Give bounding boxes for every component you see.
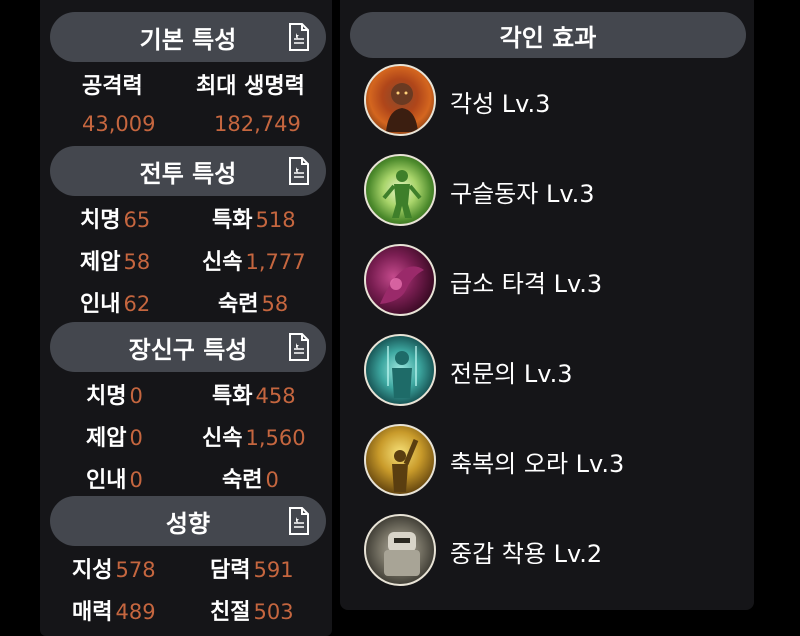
accessory-stat-expertise: 숙련 0: [222, 468, 279, 493]
combat-stat-expertise: 숙련 58: [218, 292, 289, 317]
engraving-effect-item[interactable]: 구슬동자 Lv.3: [364, 154, 744, 230]
accessory-stat-specialization: 특화 458: [212, 384, 296, 409]
orb-boy-icon: [364, 154, 436, 226]
tendency-courage: 담력 591: [210, 558, 294, 583]
accessory-stats-header: 장신구 특성: [50, 322, 326, 372]
engraving-effect-item[interactable]: 각성 Lv.3: [364, 64, 744, 140]
engraving-effect-item[interactable]: 중갑 착용 Lv.2: [364, 514, 744, 590]
combat-stats-header: 전투 특성: [50, 146, 326, 196]
accessory-stat-endurance: 인내 0: [86, 468, 143, 493]
accessory-stat-crit: 치명 0: [86, 384, 143, 409]
engraving-effect-name: 전문의 Lv.3: [450, 360, 573, 388]
attack-value: 43,009: [82, 112, 156, 136]
combat-stats-title: 전투 특성: [139, 159, 237, 188]
blessed-aura-icon: [364, 424, 436, 496]
basic-stats-header: 기본 특성: [50, 12, 326, 62]
combat-stat-specialization: 특화 518: [212, 208, 296, 233]
stats-panel: 기본 특성 공격력 최대 생명력 43,009 182,749 전투 특성 치명…: [40, 0, 332, 636]
engraving-title: 각인 효과: [499, 23, 597, 52]
document-icon[interactable]: [288, 23, 310, 51]
max-hp-label: 최대 생명력: [196, 74, 305, 99]
engraving-effect-name: 축복의 오라 Lv.3: [450, 450, 625, 478]
engraving-effect-name: 중갑 착용 Lv.2: [450, 540, 603, 568]
engraving-header: 각인 효과: [350, 12, 746, 58]
combat-stat-swiftness: 신속 1,777: [202, 250, 306, 275]
tendency-header: 성향: [50, 496, 326, 546]
engraving-effect-item[interactable]: 축복의 오라 Lv.3: [364, 424, 744, 500]
document-icon[interactable]: [288, 333, 310, 361]
accessory-stats-title: 장신구 특성: [128, 335, 248, 364]
tendency-charisma: 매력 489: [72, 600, 156, 625]
engraving-effect-name: 구슬동자 Lv.3: [450, 180, 595, 208]
heavy-armor-icon: [364, 514, 436, 586]
accessory-stat-swiftness: 신속 1,560: [202, 426, 306, 451]
attack-label: 공격력: [82, 74, 143, 99]
awakening-icon: [364, 64, 436, 136]
combat-stat-domination: 제압 58: [80, 250, 151, 275]
specialist-icon: [364, 334, 436, 406]
document-icon[interactable]: [288, 157, 310, 185]
max-hp-value: 182,749: [214, 112, 301, 136]
basic-stats-title: 기본 특성: [139, 25, 237, 54]
tendency-kindness: 친절 503: [210, 600, 294, 625]
tendency-title: 성향: [165, 509, 211, 538]
engraving-effect-item[interactable]: 급소 타격 Lv.3: [364, 244, 744, 320]
engraving-effect-name: 각성 Lv.3: [450, 90, 551, 118]
vital-strike-icon: [364, 244, 436, 316]
engraving-effect-name: 급소 타격 Lv.3: [450, 270, 603, 298]
accessory-stat-domination: 제압 0: [86, 426, 143, 451]
engraving-panel: 각인 효과 각성 Lv.3 구슬동자 Lv.3 급소 타격 Lv.3 전문의 L…: [340, 0, 754, 610]
combat-stat-crit: 치명 65: [80, 208, 151, 233]
engraving-effect-item[interactable]: 전문의 Lv.3: [364, 334, 744, 410]
combat-stat-endurance: 인내 62: [80, 292, 151, 317]
tendency-intellect: 지성 578: [72, 558, 156, 583]
document-icon[interactable]: [288, 507, 310, 535]
